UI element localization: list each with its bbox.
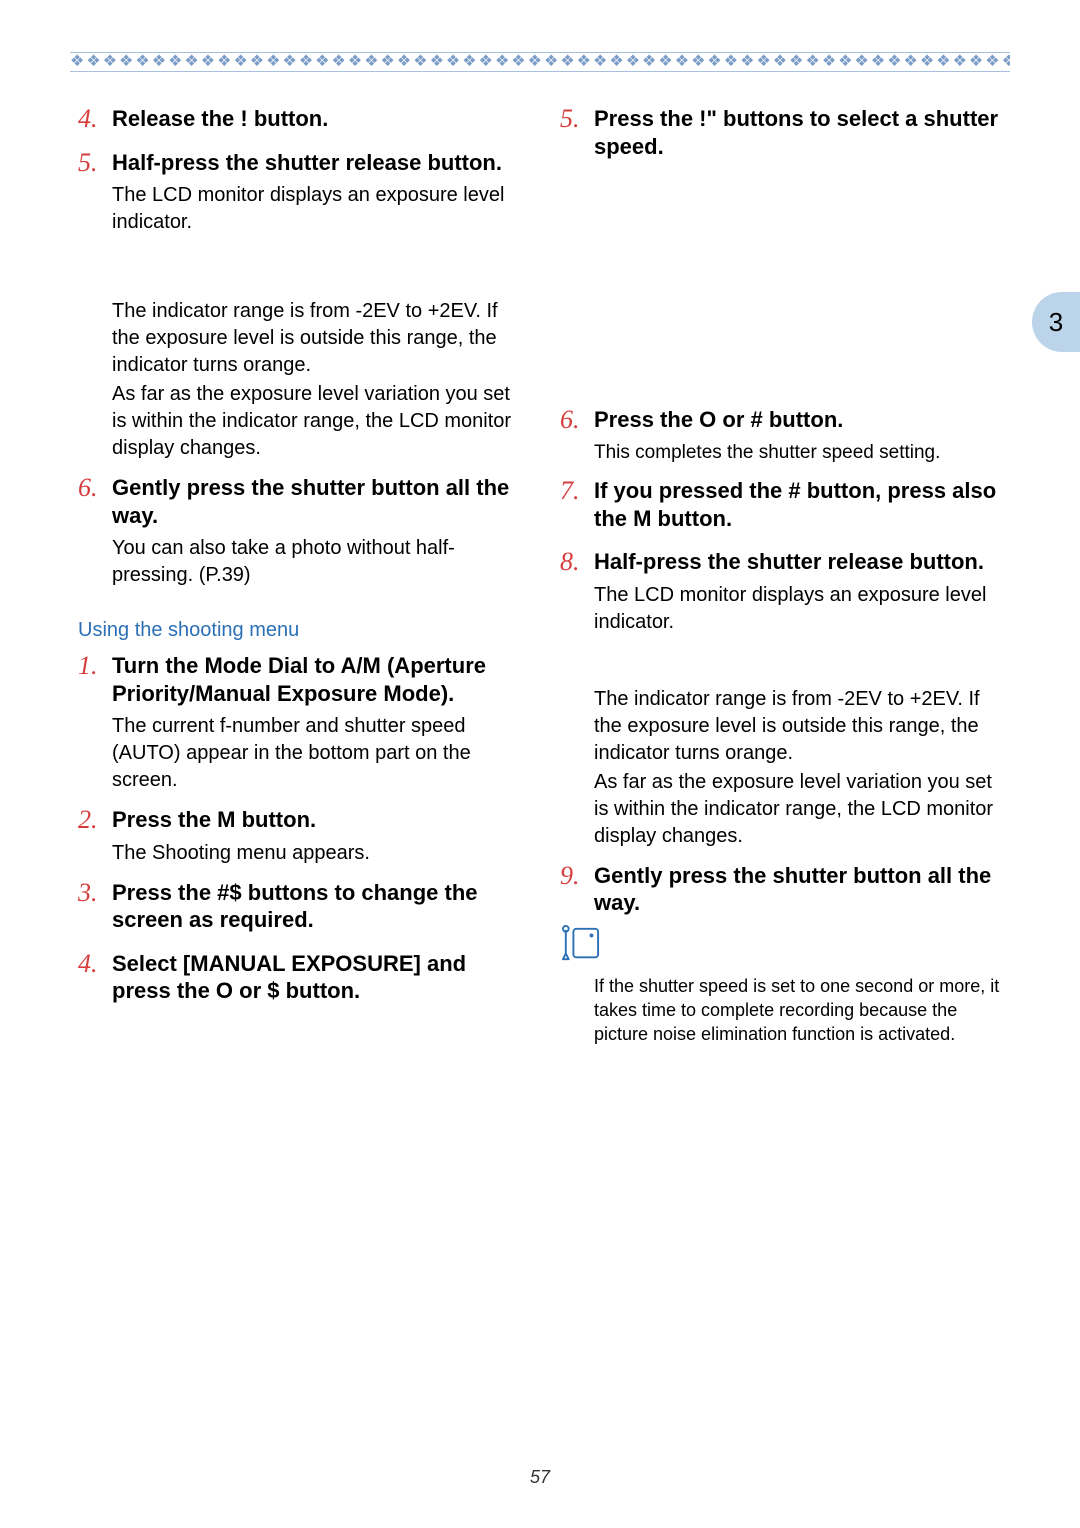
step-body: The indicator range is from -2EV to +2EV… [594,686,1002,767]
step-number: 2. [78,806,102,834]
step-title: Turn the Mode Dial to A/M (Aperture Prio… [112,652,520,707]
step-number: 6. [78,474,102,529]
note-text: If the shutter speed is set to one secon… [594,974,1002,1047]
step-number: 6. [560,406,584,434]
step-body: The indicator range is from -2EV to +2EV… [112,298,520,379]
step-title: Press the !" buttons to select a shutter… [594,105,1002,160]
step-number: 7. [560,477,584,532]
step-title: Release the ! button. [112,105,328,133]
step-number: 5. [78,149,102,177]
caution-icon [560,925,1002,968]
step-body: The LCD monitor displays an exposure lev… [112,182,520,236]
step-title: Press the #$ buttons to change the scree… [112,879,520,934]
step-title: Press the M button. [112,806,316,834]
right-column: 5. Press the !" buttons to select a shut… [560,105,1002,1047]
step-body: You can also take a photo without half-p… [112,535,520,589]
step-number: 9. [560,862,584,917]
step-title: Press the O or # button. [594,406,843,434]
step-body: As far as the exposure level variation y… [594,769,1002,850]
step-body: This completes the shutter speed setting… [594,440,1002,466]
subheading-shooting-menu: Using the shooting menu [78,619,520,642]
step-body: As far as the exposure level variation y… [112,381,520,462]
step-title: Half-press the shutter release button. [112,149,502,177]
step-number: 8. [560,548,584,576]
step-9r: 9. Gently press the shutter button all t… [560,862,1002,917]
step-title: Gently press the shutter button all the … [594,862,1002,917]
step-6r: 6. Press the O or # button. [560,406,1002,434]
step-5: 5. Half-press the shutter release button… [78,149,520,177]
menu-step-3: 3. Press the #$ buttons to change the sc… [78,879,520,934]
step-number: 4. [78,105,102,133]
step-title: Gently press the shutter button all the … [112,474,520,529]
step-8r: 8. Half-press the shutter release button… [560,548,1002,576]
decorative-divider: ❖❖❖❖❖❖❖❖❖❖❖❖❖❖❖❖❖❖❖❖❖❖❖❖❖❖❖❖❖❖❖❖❖❖❖❖❖❖❖❖… [70,52,1010,72]
step-7r: 7. If you pressed the # button, press al… [560,477,1002,532]
step-title: Select [MANUAL EXPOSURE] and press the O… [112,950,520,1005]
step-body: The Shooting menu appears. [112,840,520,867]
step-number: 3. [78,879,102,934]
menu-step-2: 2. Press the M button. [78,806,520,834]
menu-step-4: 4. Select [MANUAL EXPOSURE] and press th… [78,950,520,1005]
page-number: 57 [0,1467,1080,1488]
step-title: Half-press the shutter release button. [594,548,984,576]
step-number: 5. [560,105,584,160]
menu-step-1: 1. Turn the Mode Dial to A/M (Aperture P… [78,652,520,707]
section-tab: 3 [1032,292,1080,352]
step-number: 4. [78,950,102,1005]
step-number: 1. [78,652,102,707]
step-6: 6. Gently press the shutter button all t… [78,474,520,529]
step-body: The current f-number and shutter speed (… [112,713,520,794]
step-body: The LCD monitor displays an exposure lev… [594,582,1002,636]
step-4: 4. Release the ! button. [78,105,520,133]
step-5r: 5. Press the !" buttons to select a shut… [560,105,1002,160]
step-title: If you pressed the # button, press also … [594,477,1002,532]
content-columns: 4. Release the ! button. 5. Half-press t… [78,105,1002,1047]
left-column: 4. Release the ! button. 5. Half-press t… [78,105,520,1047]
